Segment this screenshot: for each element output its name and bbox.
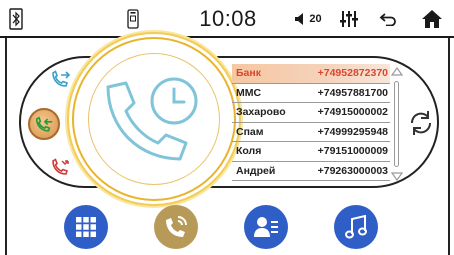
list-item[interactable]: Спам +74999295948: [232, 123, 390, 142]
left-edge: [5, 38, 7, 255]
contact-name: Захарово: [236, 106, 286, 119]
status-bar-divider: [0, 36, 454, 38]
contact-name: MMC: [236, 86, 262, 99]
contacts-button[interactable]: [244, 205, 288, 249]
volume-icon: [295, 13, 304, 25]
home-icon[interactable]: [420, 6, 444, 32]
contact-name: Андрей: [236, 164, 276, 177]
scrollbar[interactable]: [390, 66, 404, 184]
phone-history-icon: [106, 77, 198, 161]
sync-icon[interactable]: [406, 108, 436, 138]
scroll-thumb[interactable]: [394, 81, 399, 167]
volume-control[interactable]: 20: [292, 6, 324, 32]
call-log-icon: [166, 216, 187, 237]
contact-phone: +74999295948: [317, 125, 388, 138]
volume-level: 20: [309, 13, 322, 25]
contact-phone: +74915000002: [317, 106, 388, 119]
contact-name: Спам: [236, 125, 264, 138]
list-item[interactable]: Захарово +74915000002: [232, 103, 390, 123]
phone-sim-icon: [126, 6, 140, 32]
clock: 10:08: [198, 6, 258, 32]
contact-phone: +79263000003: [317, 164, 388, 177]
equalizer-icon[interactable]: [338, 6, 360, 32]
list-item[interactable]: MMC +74957881700: [232, 84, 390, 103]
back-icon[interactable]: [377, 6, 399, 32]
music-button[interactable]: [334, 205, 378, 249]
list-item[interactable]: Андрей +79263000003: [232, 162, 390, 181]
keypad-icon: [76, 217, 96, 237]
missed-call-icon[interactable]: [48, 154, 74, 180]
music-icon: [345, 215, 367, 239]
contact-name: Банк: [236, 67, 261, 80]
scroll-down-icon[interactable]: [391, 172, 403, 182]
contact-phone: +79151000009: [317, 145, 388, 158]
incoming-call-icon[interactable]: [28, 108, 60, 140]
list-item[interactable]: Коля +79151000009: [232, 142, 390, 162]
contact-phone: +74957881700: [317, 86, 388, 99]
status-bar: 10:08 20: [0, 0, 454, 38]
call-log-button[interactable]: [154, 205, 198, 249]
list-item[interactable]: Банк +74952872370: [232, 64, 390, 84]
scroll-up-icon[interactable]: [391, 66, 403, 76]
keypad-button[interactable]: [64, 205, 108, 249]
bluetooth-icon[interactable]: [8, 6, 24, 32]
contacts-icon: [254, 217, 278, 237]
contact-name: Коля: [236, 145, 262, 158]
contact-list[interactable]: Банк +74952872370 MMC +74957881700 Захар…: [232, 64, 390, 186]
call-history-dial[interactable]: [74, 39, 234, 199]
outgoing-call-icon[interactable]: [48, 66, 74, 92]
contact-phone: +74952872370: [317, 67, 388, 80]
time-text: 10:08: [199, 6, 257, 31]
right-edge: [448, 38, 450, 255]
